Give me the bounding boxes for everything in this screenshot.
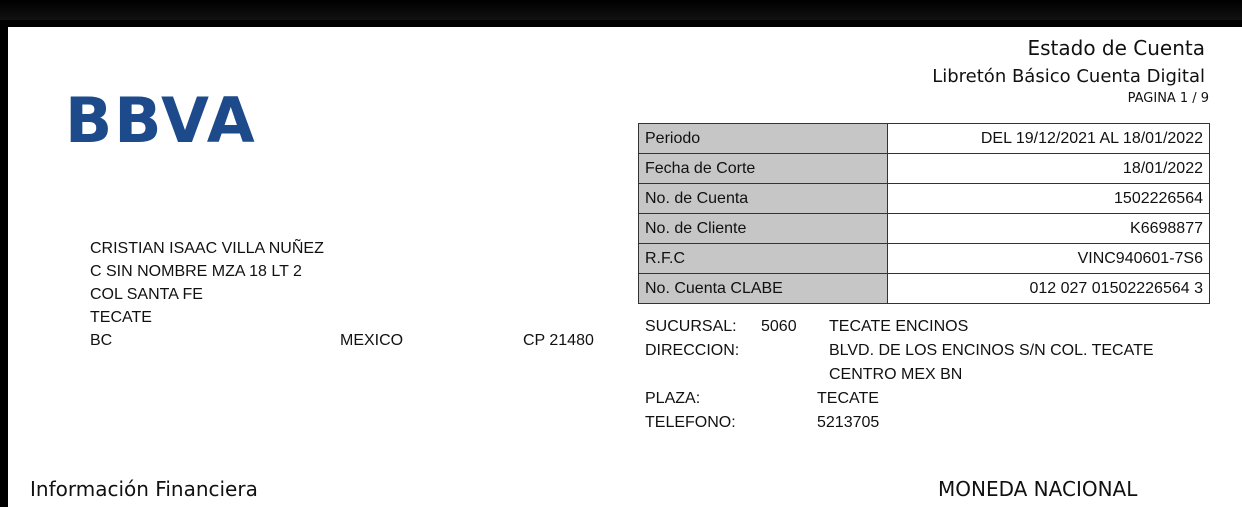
account-info-value: DEL 19/12/2021 AL 18/01/2022 — [887, 123, 1210, 154]
account-info-row: No. de Cuenta 1502226564 — [638, 183, 1210, 214]
account-info-table: Periodo DEL 19/12/2021 AL 18/01/2022 Fecha… — [638, 123, 1210, 304]
page-number: PAGINA 1 / 9 — [1124, 91, 1209, 106]
client-state: BC — [90, 332, 113, 349]
client-colony: COL SANTA FE — [90, 286, 203, 303]
account-info-value: 18/01/2022 — [887, 153, 1210, 184]
sucursal-name: TECATE ENCINOS — [829, 318, 969, 335]
direccion-line2: CENTRO MEX BN — [829, 366, 963, 383]
sucursal-code: 5060 — [761, 318, 797, 335]
account-info-label: Periodo — [638, 123, 888, 154]
page-label: PAGINA — [1127, 91, 1176, 106]
top-strip — [0, 0, 1242, 20]
account-info-value: VINC940601-7S6 — [887, 243, 1210, 274]
client-address-block: CRISTIAN ISAAC VILLA NUÑEZ C SIN NOMBRE … — [90, 237, 594, 352]
account-info-label: Fecha de Corte — [638, 153, 888, 184]
plaza-label: PLAZA: — [645, 390, 701, 407]
section-heading-currency: MONEDA NACIONAL — [938, 477, 1138, 501]
account-info-row: Fecha de Corte 18/01/2022 — [638, 153, 1210, 184]
direccion-label: DIRECCION: — [645, 342, 740, 359]
account-info-label: R.F.C — [638, 243, 888, 274]
client-country: MEXICO — [340, 332, 404, 349]
account-info-value: K6698877 — [887, 213, 1210, 244]
account-info-value: 1502226564 — [887, 183, 1210, 214]
client-name: CRISTIAN ISAAC VILLA NUÑEZ — [90, 240, 324, 257]
account-info-row: No. de Cliente K6698877 — [638, 213, 1210, 244]
account-info-row: Periodo DEL 19/12/2021 AL 18/01/2022 — [638, 123, 1210, 154]
section-heading-financial-info: Información Financiera — [30, 477, 258, 501]
sucursal-label: SUCURSAL: — [645, 318, 737, 335]
account-info-label: No. de Cuenta — [638, 183, 888, 214]
account-info-row: No. Cuenta CLABE 012 027 01502226564 3 — [638, 273, 1210, 304]
direccion-value: BLVD. DE LOS ENCINOS S/N COL. TECATE CEN… — [829, 339, 1154, 387]
account-info-label: No. de Cliente — [638, 213, 888, 244]
telefono-label: TELEFONO: — [645, 414, 736, 431]
account-info-label: No. Cuenta CLABE — [638, 273, 888, 304]
page-value: 1 / 9 — [1179, 91, 1209, 106]
direccion-line1: BLVD. DE LOS ENCINOS S/N COL. TECATE — [829, 342, 1154, 359]
client-postal-code: CP 21480 — [523, 332, 594, 349]
telefono-value: 5213705 — [817, 414, 880, 431]
bbva-logo: BBVA — [65, 84, 257, 157]
account-info-row: R.F.C VINC940601-7S6 — [638, 243, 1210, 274]
document-title: Estado de Cuenta — [1027, 36, 1205, 60]
document-subtitle: Libretón Básico Cuenta Digital — [932, 66, 1205, 87]
client-city: TECATE — [90, 309, 152, 326]
plaza-value: TECATE — [817, 390, 879, 407]
statement-page: BBVA Estado de Cuenta Libretón Básico Cu… — [8, 27, 1242, 507]
client-street: C SIN NOMBRE MZA 18 LT 2 — [90, 263, 302, 280]
account-info-value: 012 027 01502226564 3 — [887, 273, 1210, 304]
